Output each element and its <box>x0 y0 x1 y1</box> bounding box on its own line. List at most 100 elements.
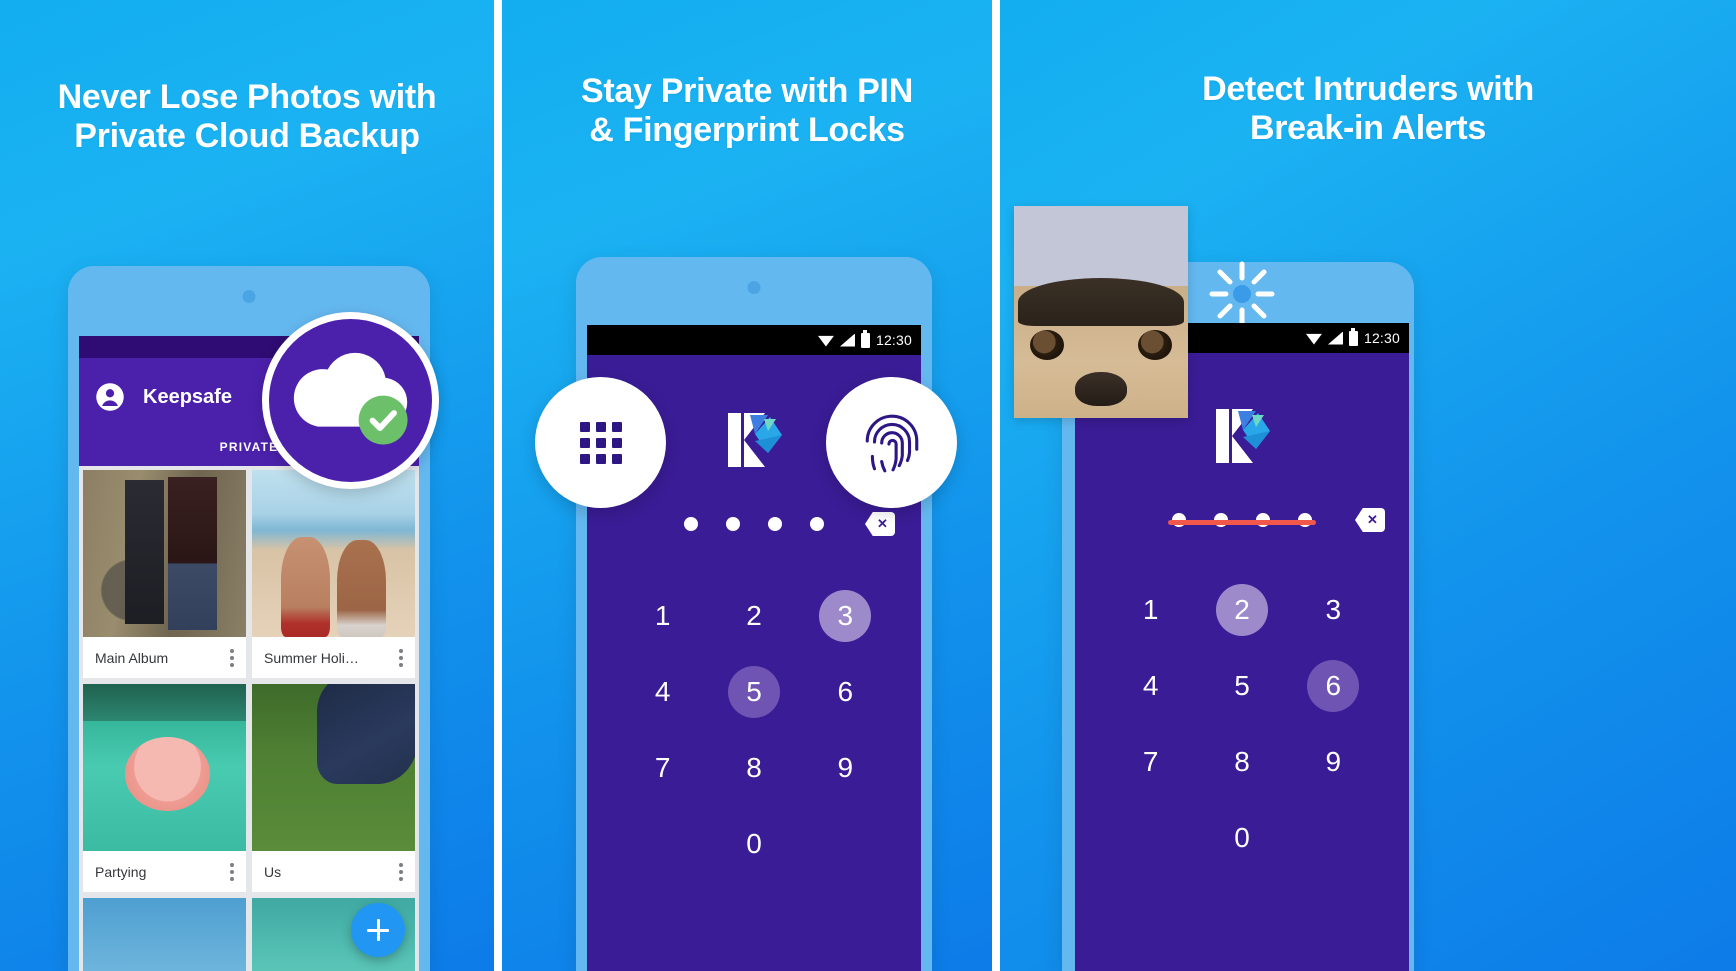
key-blank-right <box>1288 809 1379 867</box>
album-thumbnail <box>252 684 415 851</box>
status-bar: 12:30 <box>587 325 921 355</box>
numeric-keypad: 1 2 3 4 5 6 7 8 9 0 <box>1075 581 1409 867</box>
key-3[interactable]: 3 <box>800 587 891 645</box>
album-grid: Main Album Summer Holi… Partying Us <box>79 466 419 971</box>
backspace-delete-icon[interactable]: ✕ <box>1355 508 1385 532</box>
signal-icon <box>839 333 855 347</box>
key-4[interactable]: 4 <box>617 663 708 721</box>
panel-backup-headline: Never Lose Photos with Private Cloud Bac… <box>0 78 494 157</box>
headline-line-1: Stay Private with PIN <box>581 72 913 110</box>
pin-dot <box>726 517 740 531</box>
key-9[interactable]: 9 <box>800 739 891 797</box>
panel-backup: Never Lose Photos with Private Cloud Bac… <box>0 0 494 971</box>
album-meta: Us <box>252 851 415 892</box>
key-blank-left <box>1105 809 1196 867</box>
backspace-delete-icon[interactable]: ✕ <box>865 512 895 536</box>
phone-speaker <box>242 290 256 303</box>
numeric-keypad-icon <box>579 421 622 464</box>
pin-keypad-button[interactable] <box>535 377 666 508</box>
panel-pin-headline: Stay Private with PIN & Fingerprint Lock… <box>502 72 992 151</box>
wrong-pin-strike-line <box>1168 520 1316 525</box>
album-card[interactable]: Main Album <box>83 470 246 678</box>
panel-break-in-alerts: Detect Intruders with Break-in Alerts 12… <box>1000 0 1736 971</box>
album-meta: Summer Holi… <box>252 637 415 678</box>
intruder-face <box>1014 278 1188 418</box>
key-5[interactable]: 5 <box>708 663 799 721</box>
key-5[interactable]: 5 <box>1196 657 1287 715</box>
key-blank-left <box>617 815 708 873</box>
album-card[interactable]: Partying <box>83 684 246 892</box>
key-6[interactable]: 6 <box>800 663 891 721</box>
pin-dot <box>684 517 698 531</box>
headline-line-2: & Fingerprint Locks <box>589 111 905 150</box>
headline-line-1: Detect Intruders with <box>1202 70 1534 108</box>
album-name: Partying <box>95 863 147 880</box>
key-8[interactable]: 8 <box>708 739 799 797</box>
pin-lock-screen-breakin: 12:30 ✕ 1 2 3 4 5 6 7 8 9 0 <box>1075 323 1409 971</box>
album-meta: Main Album <box>83 637 246 678</box>
key-4[interactable]: 4 <box>1105 657 1196 715</box>
status-clock: 12:30 <box>1363 330 1400 346</box>
album-name: Summer Holi… <box>264 649 359 666</box>
intruder-selfie-photo <box>1014 206 1188 418</box>
pin-dot <box>810 517 824 531</box>
key-7[interactable]: 7 <box>1105 733 1196 791</box>
album-name: Main Album <box>95 649 169 666</box>
keepsafe-k-logo-icon <box>724 409 784 471</box>
album-thumbnail <box>83 470 246 637</box>
album-meta: Partying <box>83 851 246 892</box>
key-blank-right <box>800 815 891 873</box>
key-2[interactable]: 2 <box>708 587 799 645</box>
key-3[interactable]: 3 <box>1288 581 1379 639</box>
key-0[interactable]: 0 <box>1196 809 1287 867</box>
numeric-keypad: 1 2 3 4 5 6 7 8 9 0 <box>587 587 921 873</box>
wifi-icon <box>1305 333 1322 345</box>
account-circle-icon[interactable] <box>95 382 125 412</box>
album-thumbnail <box>83 898 246 971</box>
headline-line-2: Break-in Alerts <box>1249 109 1487 148</box>
key-2[interactable]: 2 <box>1196 581 1287 639</box>
album-card[interactable] <box>83 898 246 971</box>
fingerprint-button[interactable] <box>826 377 957 508</box>
keepsafe-k-logo-icon <box>1212 405 1272 467</box>
key-7[interactable]: 7 <box>617 739 708 797</box>
fingerprint-icon <box>865 414 918 472</box>
key-8[interactable]: 8 <box>1196 733 1287 791</box>
album-card[interactable]: Summer Holi… <box>252 470 415 678</box>
key-1[interactable]: 1 <box>617 587 708 645</box>
pin-dot <box>768 517 782 531</box>
panel-divider <box>992 0 1000 971</box>
camera-flash-burst-icon <box>1200 258 1284 330</box>
cloud-backup-check-icon <box>262 312 439 489</box>
panel-pin-lock: Stay Private with PIN & Fingerprint Lock… <box>502 0 992 971</box>
overflow-menu-icon[interactable] <box>230 648 238 667</box>
phone-speaker <box>747 281 761 294</box>
add-plus-icon[interactable] <box>351 903 405 957</box>
eye-right <box>1138 330 1172 360</box>
battery-icon <box>860 329 870 348</box>
overflow-menu-icon[interactable] <box>230 862 238 881</box>
overflow-menu-icon[interactable] <box>399 862 407 881</box>
album-thumbnail <box>252 470 415 637</box>
key-0[interactable]: 0 <box>708 815 799 873</box>
phone-mockup-pin: 12:30 ✕ 1 2 3 4 5 6 7 8 9 0 <box>576 257 932 971</box>
album-card[interactable]: Us <box>252 684 415 892</box>
eye-left <box>1030 330 1064 360</box>
panel-breakin-headline: Detect Intruders with Break-in Alerts <box>1000 70 1736 149</box>
overflow-menu-icon[interactable] <box>399 648 407 667</box>
album-name: Us <box>264 863 282 880</box>
key-1[interactable]: 1 <box>1105 581 1196 639</box>
headline-line-1: Never Lose Photos with <box>57 78 437 116</box>
panel-divider <box>494 0 502 971</box>
status-clock: 12:30 <box>875 332 912 348</box>
beanie-hat <box>1018 278 1184 326</box>
wifi-icon <box>817 335 834 347</box>
app-store-screenshot-board: Never Lose Photos with Private Cloud Bac… <box>0 0 1736 971</box>
key-6[interactable]: 6 <box>1288 657 1379 715</box>
app-title: Keepsafe <box>143 386 232 408</box>
key-9[interactable]: 9 <box>1288 733 1379 791</box>
battery-icon <box>1348 327 1358 346</box>
signal-icon <box>1327 331 1343 345</box>
album-thumbnail <box>83 684 246 851</box>
nose <box>1075 372 1127 406</box>
